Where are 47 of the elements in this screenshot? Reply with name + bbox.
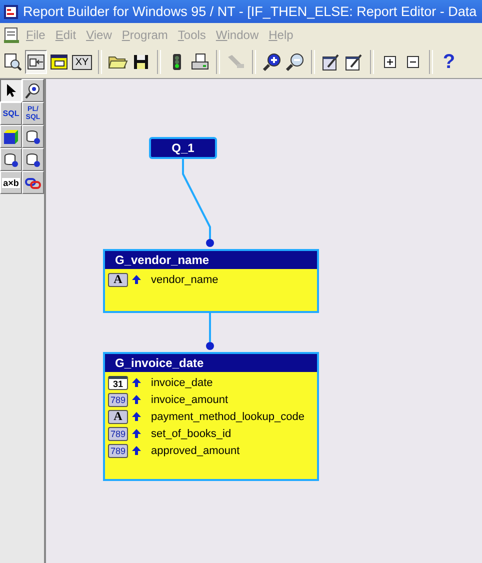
pencil-frame-icon [321,52,341,72]
document-icon[interactable] [3,26,21,44]
number-type-icon: 789 [108,444,128,458]
cube-tool[interactable] [0,125,22,148]
text-type-icon: A [108,410,128,424]
database-icon [2,150,20,168]
magnify-tool[interactable] [22,79,44,102]
number-type-icon: 789 [108,392,128,406]
arrow-up-icon [132,275,141,284]
select-tool[interactable] [0,79,22,102]
magnifier-page-icon [3,52,23,72]
add-tool[interactable] [0,148,22,171]
date-type-icon: 31 [108,376,128,390]
connector-dot [206,342,214,350]
column-name: payment_method_lookup_code [151,410,305,422]
zoom-in-icon [262,52,282,72]
column-name: set_of_books_id [151,428,232,440]
query-node[interactable]: Q_1 [149,137,217,159]
pencil-note-icon [344,52,364,72]
cube-icon [2,128,20,146]
group-title: G_invoice_date [105,354,317,372]
database-icon [24,128,42,146]
column-name: invoice_date [151,376,213,388]
column-name: invoice_amount [151,394,228,406]
text-type-icon: A [108,272,128,286]
group-box[interactable]: G_invoice_date 31 invoice_date 789 invoice_amount A payment_method_lookup_code 789 set_of_books_id 789 approved_amount [103,352,319,481]
help-button[interactable]: ? [438,50,460,74]
database-icon [24,150,42,168]
group-box[interactable]: G_vendor_name A vendor_name [103,249,319,313]
link-tool[interactable] [22,171,44,194]
frame-icon [26,52,46,72]
magnifier-icon [24,82,42,100]
window-icon [49,52,69,72]
query-tool[interactable] [22,148,44,171]
data-model-button[interactable] [25,50,47,74]
group-title: G_vendor_name [105,251,317,269]
summary-tool[interactable] [22,125,44,148]
zoom-out-icon [285,52,305,72]
column-name: approved_amount [151,444,240,456]
text-tool[interactable]: SQL [0,102,22,125]
printer-icon [190,52,210,72]
connector-dot [206,239,214,247]
app-icon [3,4,19,20]
formula-tool[interactable]: a×b [0,171,22,194]
number-type-icon: 789 [108,426,128,440]
window-title: Report Builder for Windows 95 / NT - [IF_THEN_ELSE: Report Editor - Data [23,4,477,19]
column-name: vendor_name [151,274,218,286]
